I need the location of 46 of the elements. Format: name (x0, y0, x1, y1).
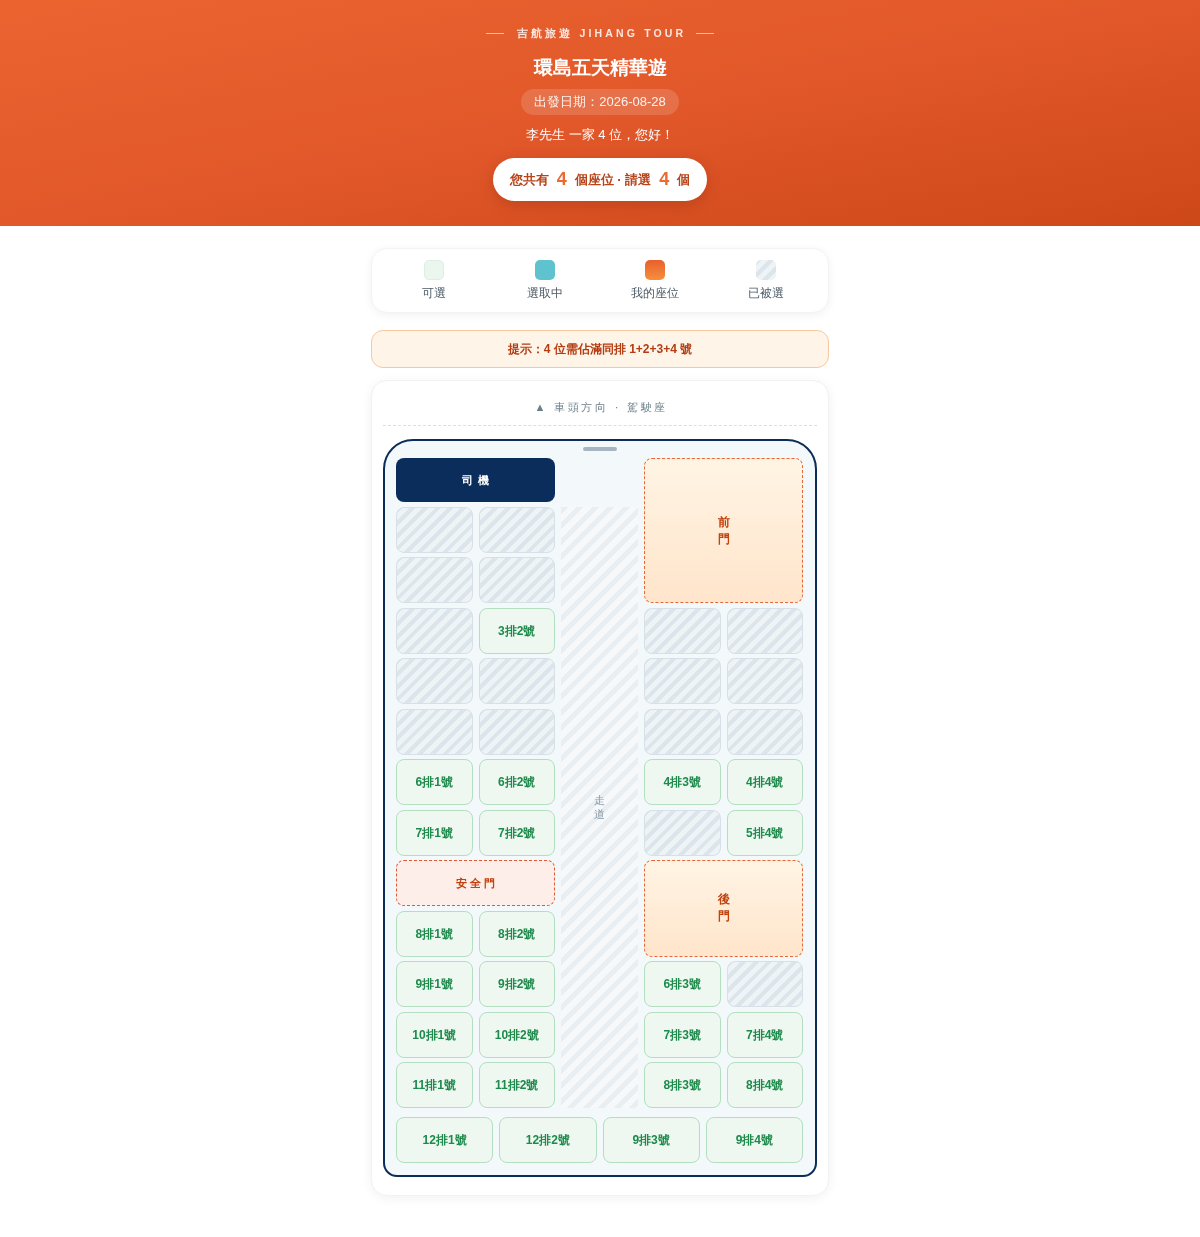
direction-label: ▲ 車頭方向 · 駕駛座 (533, 400, 670, 415)
seat-button[interactable]: 9排2號 (478, 961, 555, 1007)
seat-button[interactable]: 6排1號 (396, 759, 473, 805)
seat-button[interactable]: 4排3號 (644, 759, 721, 805)
seat-button[interactable]: 3排2號 (478, 607, 555, 654)
seat-button[interactable]: 8排4號 (726, 1062, 803, 1108)
seat-button[interactable]: 8排2號 (478, 910, 555, 957)
aisle-label: 走道 (594, 792, 605, 822)
swatch-icon (534, 260, 555, 280)
seat-button[interactable]: 11排1號 (396, 1062, 473, 1108)
hint-banner: 提示：4 位需佔滿同排 1+2+3+4 號 (371, 330, 829, 368)
swatch-icon (645, 260, 666, 280)
swatch-icon (424, 260, 445, 280)
seat-button[interactable]: 7排4號 (726, 1011, 803, 1058)
door-label: 前門 (717, 513, 730, 548)
tour-title: 環島五天精華遊 (533, 55, 667, 80)
handle-icon (583, 447, 617, 451)
seat-button[interactable]: 12排2號 (499, 1117, 597, 1163)
seat-button[interactable]: 7排1號 (396, 809, 473, 856)
legend-label: 已被選 (747, 285, 784, 301)
greeting-text: 李先生 一家 4 位，您好！ (525, 125, 675, 144)
seat-button[interactable]: 9排3號 (602, 1117, 700, 1163)
seat-button[interactable]: 9排4號 (705, 1117, 803, 1163)
departure-date: 出發日期：2026-08-28 (521, 88, 679, 115)
driver-seat: 司機 (396, 458, 555, 502)
seat-button[interactable]: 6排2號 (478, 759, 555, 805)
seat-button[interactable]: 10排1號 (396, 1011, 473, 1058)
door-label: 後門 (717, 891, 730, 926)
brand-name: 吉航旅遊 JIHANG TOUR (515, 26, 687, 41)
seat-button[interactable]: 7排2號 (478, 809, 555, 856)
seat-button[interactable]: 12排1號 (396, 1117, 494, 1163)
legend-label: 我的座位 (631, 285, 680, 301)
seat-count-summary: 您共有 4 個座位 · 請選 4 個 (492, 157, 708, 201)
seat-button[interactable]: 6排3號 (644, 961, 721, 1007)
seat-button[interactable]: 11排2號 (478, 1062, 555, 1108)
seat-button[interactable]: 5排4號 (726, 809, 803, 856)
legend-label: 選取中 (526, 285, 563, 301)
seat-button[interactable]: 8排3號 (644, 1062, 721, 1108)
seat-button[interactable]: 4排4號 (726, 759, 803, 805)
seat-button[interactable]: 7排3號 (644, 1011, 721, 1058)
seat-button[interactable]: 8排1號 (396, 910, 473, 957)
legend-label: 可選 (422, 285, 447, 301)
seat-button[interactable]: 10排2號 (478, 1011, 555, 1058)
emergency-door-area: 安全門 (396, 860, 555, 906)
seat-button[interactable]: 9排1號 (396, 961, 473, 1007)
swatch-icon (755, 260, 776, 280)
